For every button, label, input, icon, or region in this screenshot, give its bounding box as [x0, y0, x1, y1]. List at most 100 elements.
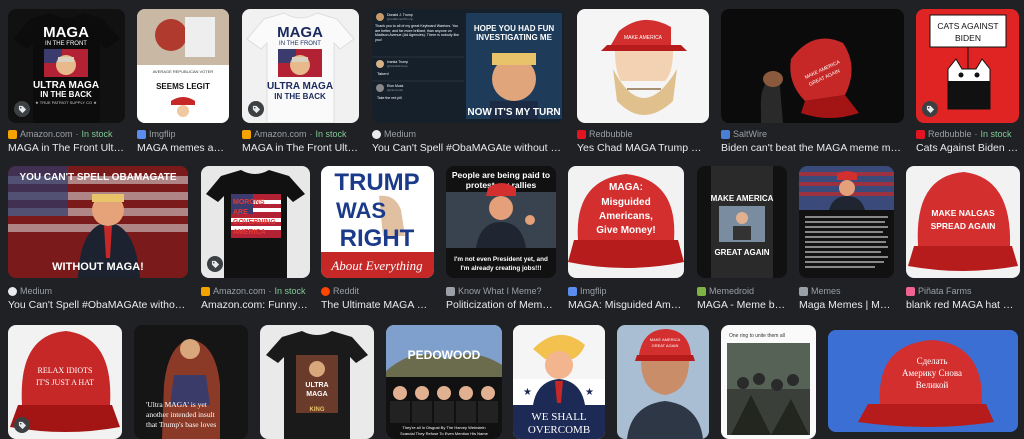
result-thumbnail[interactable]: MAKE AMERICA GREAT AGAIN — [697, 166, 787, 278]
result-tile[interactable]: MAKE AMERICA Redbubble Yes Chad MAGA Tru… — [577, 9, 709, 155]
result-tile[interactable]: AVERAGE REPUBLICAN VOTER SEEMS LEGIT Img… — [137, 9, 229, 155]
result-tile[interactable]: MORONS ARE GOVERNING AMERICA Amazon.com ·… — [201, 166, 310, 311]
svg-text:MAGA: MAGA — [306, 391, 327, 398]
result-tile[interactable]: Memes Maga Memes | Me... — [799, 166, 894, 311]
result-thumbnail[interactable]: MAGA IN THE FRONT ULTRA MAGA IN THE BACK… — [8, 9, 125, 123]
svg-text:ULTRA: ULTRA — [305, 382, 328, 389]
result-title[interactable]: MAGA memes abo... — [137, 141, 229, 155]
russian-hat-image: Сделать Америку Снова Великой — [828, 330, 1018, 432]
svg-text:Give Money!: Give Money! — [596, 225, 655, 236]
result-tile[interactable]: One ring to unite them all — [721, 325, 816, 439]
ring-meme-image: One ring to unite them all — [727, 333, 810, 435]
result-thumbnail[interactable]: MAKE AMERICA GREAT AGAIN — [617, 325, 709, 439]
redbubble-favicon-icon — [577, 129, 586, 139]
result-thumbnail[interactable]: MAKE NALGAS SPREAD AGAIN — [906, 166, 1020, 278]
result-title[interactable]: Yes Chad MAGA Trump Hat ... — [577, 141, 709, 155]
medium-favicon-icon — [8, 286, 17, 296]
svg-text:OVERCOMB: OVERCOMB — [528, 424, 590, 436]
result-tile[interactable]: YOU CAN'T SPELL OBAMAGATE WITHOUT MAGA! … — [8, 166, 188, 311]
svg-text:TRUMP: TRUMP — [334, 169, 419, 196]
svg-text:BIDEN: BIDEN — [955, 33, 981, 43]
result-thumbnail[interactable]: Сделать Америку Снова Великой — [828, 330, 1018, 432]
result-tile[interactable]: CATS AGAINST BIDEN Redbubble · In stock Ca… — [916, 9, 1019, 155]
svg-text:One ring to unite them all: One ring to unite them all — [729, 333, 785, 339]
shopping-tag-icon — [922, 101, 938, 117]
red-hat-image: MAGA: Misguided Americans, Give Money! — [568, 174, 684, 268]
result-tile[interactable]: Сделать Америку Снова Великой — [828, 330, 1018, 432]
result-tile[interactable]: MAKE AMERICA GREAT AGAIN — [617, 325, 709, 439]
result-thumbnail[interactable]: RELAX IDIOTS IT'S JUST A HAT — [8, 325, 122, 439]
result-thumbnail[interactable]: AVERAGE REPUBLICAN VOTER SEEMS LEGIT — [137, 9, 229, 123]
result-thumbnail[interactable]: ★ ★ WE SHALL OVERCOMB — [513, 325, 605, 439]
svg-text:another intended insult: another intended insult — [146, 410, 216, 419]
svg-text:Америку Снова: Америку Снова — [902, 368, 962, 378]
result-title[interactable]: MAGA in The Front Ultra ... — [8, 141, 125, 155]
result-source: Reddit — [321, 285, 434, 297]
svg-text:MAGA:: MAGA: — [609, 182, 643, 193]
svg-text:AMERICA: AMERICA — [233, 229, 266, 236]
result-thumbnail[interactable]: People are being paid to protest my rall… — [446, 166, 556, 278]
svg-text:@elonmusk: @elonmusk — [387, 88, 403, 92]
pinatafarms-favicon-icon — [906, 286, 915, 296]
result-tile[interactable]: 'Ultra MAGA' is yet another intended ins… — [134, 325, 248, 439]
svg-text:I'm not even President yet, an: I'm not even President yet, and — [454, 256, 548, 263]
result-tile[interactable]: MAKE NALGAS SPREAD AGAIN Piñata Farms bl… — [906, 166, 1020, 311]
result-tile[interactable]: MAKE AMERICA GREAT AGAIN SaltWire Biden … — [721, 9, 904, 155]
result-thumbnail[interactable]: MORONS ARE GOVERNING AMERICA — [201, 166, 310, 278]
result-title[interactable]: blank red MAGA hat Me... — [906, 298, 1020, 312]
result-tile[interactable]: People are being paid to protest my rall… — [446, 166, 556, 311]
result-thumbnail[interactable]: MAKE AMERICA — [577, 9, 709, 123]
result-title[interactable]: MAGA: Misguided Ameri... — [568, 298, 684, 312]
result-tile[interactable]: PEDOWOOD They're all In Disgust By The H… — [386, 325, 502, 439]
svg-text:CATS AGAINST: CATS AGAINST — [937, 21, 998, 31]
trump-jobs-meme-image: People are being paid to protest my rall… — [446, 170, 556, 272]
result-title[interactable]: Biden can't beat the MAGA meme machin... — [721, 141, 904, 155]
result-title[interactable]: Maga Memes | Me... — [799, 298, 894, 312]
result-thumbnail[interactable]: ULTRA MAGA KING — [260, 325, 374, 439]
result-source: Imgflip — [568, 285, 684, 297]
result-thumbnail[interactable]: One ring to unite them all — [721, 325, 816, 439]
result-tile[interactable]: Donald J. Trump @realDonaldTrump Thank y… — [372, 9, 564, 155]
result-title[interactable]: You Can't Spell #ObaMAGAte without MA... — [8, 298, 188, 312]
result-title[interactable]: MAGA - Meme by a... — [697, 298, 787, 312]
svg-text:MAKE AMERICA: MAKE AMERICA — [650, 337, 681, 342]
svg-text:★: ★ — [585, 387, 594, 398]
svg-text:IN THE BACK: IN THE BACK — [274, 92, 326, 101]
hat-wearer-image: MAKE AMERICA GREAT AGAIN — [627, 329, 703, 439]
result-title[interactable]: Politicization of Memes... — [446, 298, 556, 312]
result-thumbnail[interactable]: PEDOWOOD They're all In Disgust By The H… — [386, 325, 502, 439]
result-thumbnail[interactable]: MAGA IN THE FRONT ULTRA MAGA IN THE BACK — [242, 9, 359, 123]
result-tile[interactable]: TRUMP WAS RIGHT About Everything Reddit … — [321, 166, 434, 311]
result-tile[interactable]: ★ ★ WE SHALL OVERCOMB — [513, 325, 605, 439]
result-thumbnail[interactable]: Donald J. Trump @realDonaldTrump Thank y… — [372, 9, 564, 123]
result-source: Amazon.com · In stock — [201, 285, 310, 297]
result-title[interactable]: Cats Against Biden Pro... — [916, 141, 1019, 155]
result-title[interactable]: You Can't Spell #ObaMAGAte without MAGA … — [372, 141, 564, 155]
result-source: Amazon.com · In stock — [8, 128, 125, 140]
result-tile[interactable]: MAKE AMERICA GREAT AGAIN Memedroid MAGA … — [697, 166, 787, 311]
result-tile[interactable]: ULTRA MAGA KING — [260, 325, 374, 439]
result-thumbnail[interactable]: TRUMP WAS RIGHT About Everything — [321, 166, 434, 278]
result-thumbnail[interactable]: MAKE AMERICA GREAT AGAIN — [721, 9, 904, 123]
imgflip-favicon-icon — [137, 129, 146, 139]
result-tile[interactable]: RELAX IDIOTS IT'S JUST A HAT — [8, 325, 122, 439]
result-thumbnail[interactable]: CATS AGAINST BIDEN — [916, 9, 1019, 123]
result-thumbnail[interactable]: MAGA: Misguided Americans, Give Money! — [568, 166, 684, 278]
result-title[interactable]: Amazon.com: Funny M... — [201, 298, 310, 312]
result-tile[interactable]: MAGA: Misguided Americans, Give Money! I… — [568, 166, 684, 311]
svg-text:Taken!: Taken! — [377, 71, 389, 76]
svg-text:GOVERNING: GOVERNING — [233, 219, 276, 226]
result-source: SaltWire — [721, 128, 904, 140]
svg-text:NOW IT'S MY TURN: NOW IT'S MY TURN — [467, 107, 560, 118]
result-tile[interactable]: MAGA IN THE FRONT ULTRA MAGA IN THE BACK… — [242, 9, 359, 155]
svg-text:WITHOUT MAGA!: WITHOUT MAGA! — [52, 261, 144, 273]
result-source: Memes — [799, 285, 894, 297]
reddit-favicon-icon — [321, 286, 330, 296]
result-tile[interactable]: MAGA IN THE FRONT ULTRA MAGA IN THE BACK… — [8, 9, 125, 155]
saltwire-favicon-icon — [721, 129, 730, 139]
result-title[interactable]: The Ultimate MAGA Me... — [321, 298, 434, 312]
result-title[interactable]: MAGA in The Front Ultra ... — [242, 141, 359, 155]
result-thumbnail[interactable]: YOU CAN'T SPELL OBAMAGATE WITHOUT MAGA! — [8, 166, 188, 278]
result-thumbnail[interactable]: 'Ultra MAGA' is yet another intended ins… — [134, 325, 248, 439]
result-thumbnail[interactable] — [799, 166, 894, 278]
